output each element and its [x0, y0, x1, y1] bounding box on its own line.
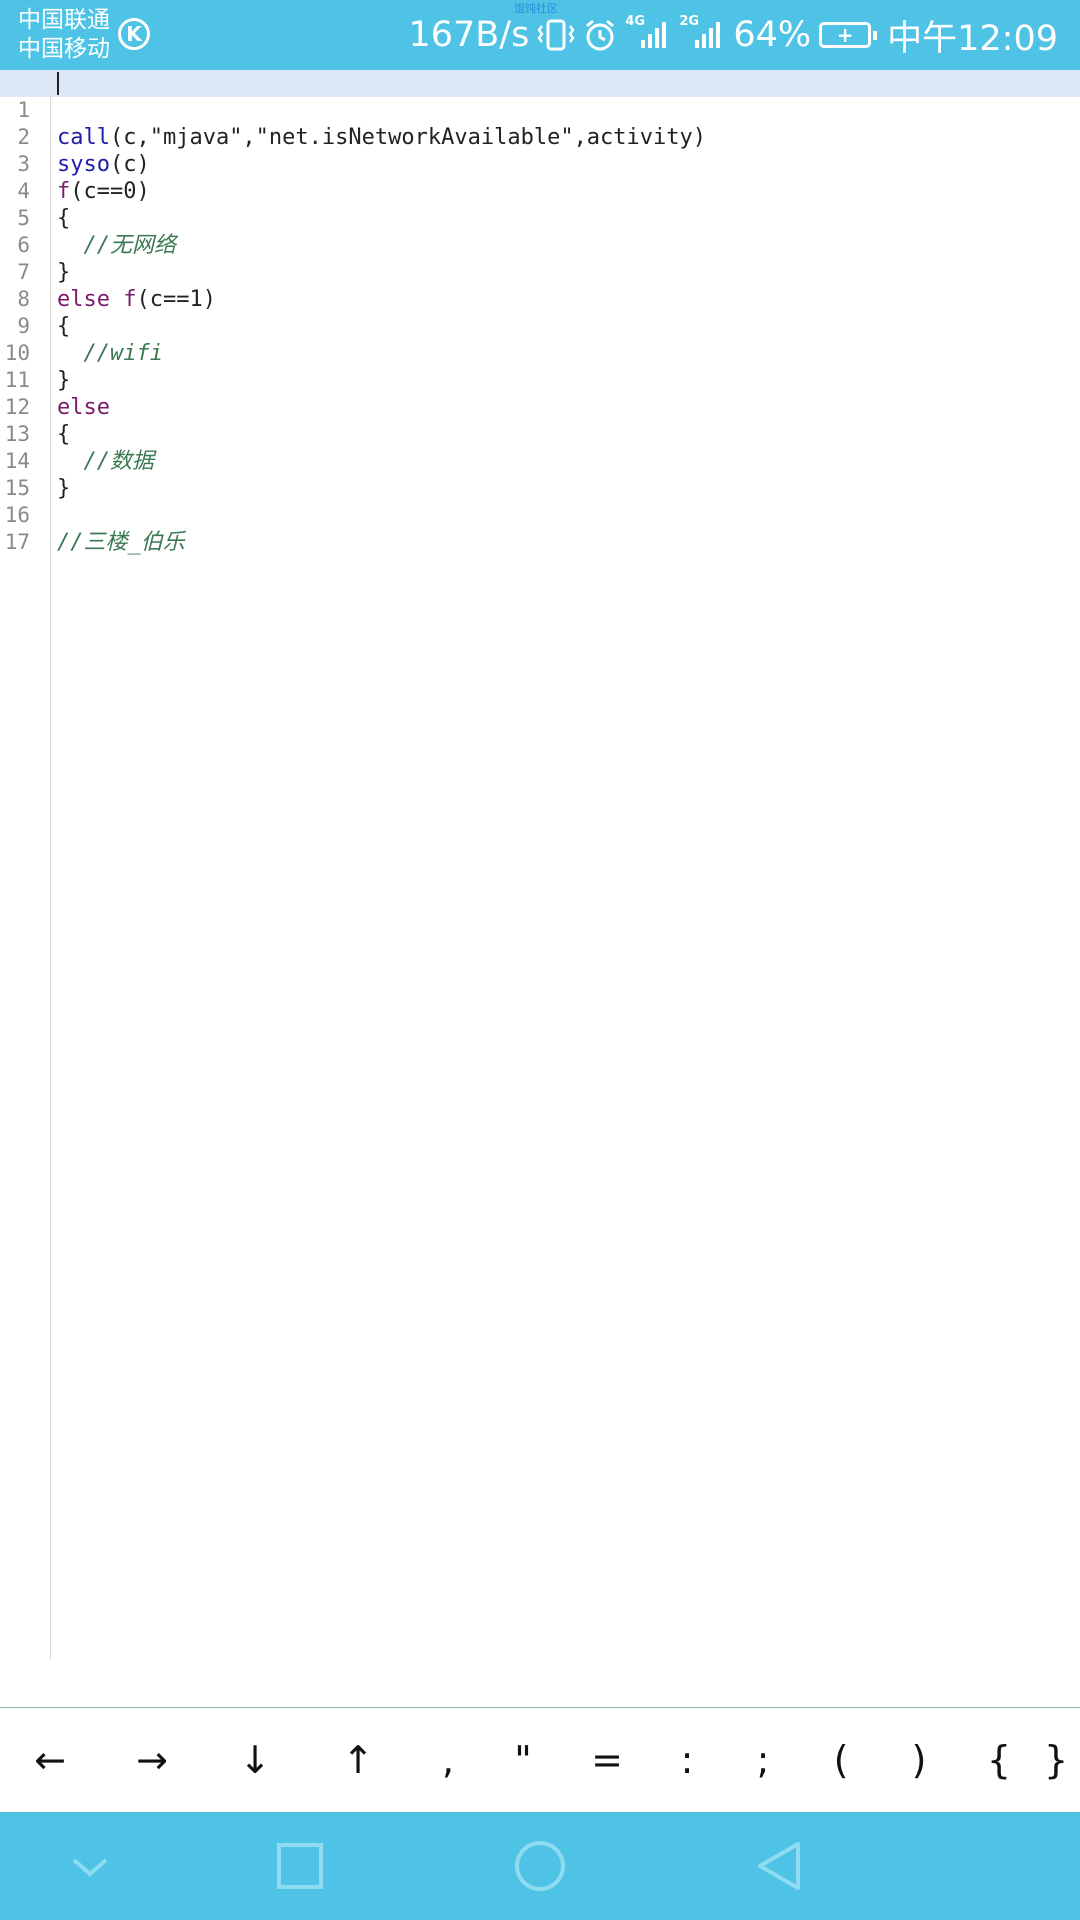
- back-icon[interactable]: [750, 1836, 810, 1896]
- status-bar: 中国联通 中国移动 K 馄饨社区 167B/s 4G 2G 64% + 中午12…: [0, 0, 1080, 70]
- battery-percent: 64%: [733, 15, 812, 55]
- status-right-group: 167B/s 4G 2G 64% + 中午12:09: [408, 0, 1058, 70]
- alarm-icon: [583, 18, 617, 52]
- code-line[interactable]: 10 }: [0, 313, 1080, 393]
- symbol-key-left-arrow[interactable]: ←: [20, 1708, 80, 1813]
- code-line[interactable]: 9 //wifi: [0, 286, 1080, 366]
- code-line[interactable]: 12 {: [0, 367, 1080, 447]
- symbol-key-comma[interactable]: ,: [418, 1708, 478, 1813]
- home-icon[interactable]: [510, 1836, 570, 1896]
- carrier-2: 中国移动: [18, 36, 110, 62]
- carrier-1: 中国联通: [18, 7, 110, 33]
- code-line[interactable]: 15: [0, 448, 1080, 500]
- signal-2g-icon: 2G: [679, 14, 725, 52]
- signal-4g-label: 4G: [625, 14, 646, 29]
- code-line[interactable]: 3 f(c==0): [0, 124, 1080, 204]
- line-number: 17: [4, 530, 30, 554]
- code-editor[interactable]: 1 call(c,"mjava","net.isNetworkAvailable…: [0, 70, 1080, 1660]
- code-line[interactable]: 13 //数据: [0, 394, 1080, 474]
- net-speed: 167B/s: [408, 15, 530, 55]
- code-line[interactable]: 2 syso(c): [0, 97, 1080, 177]
- symbol-key-quote[interactable]: ": [493, 1708, 553, 1813]
- symbol-key-semicolon[interactable]: ;: [733, 1708, 793, 1813]
- carrier-labels: 中国联通 中国移动: [18, 6, 110, 64]
- code-line[interactable]: 6 }: [0, 205, 1080, 285]
- symbol-key-colon[interactable]: :: [657, 1708, 717, 1813]
- battery-charging-icon: +: [819, 22, 878, 48]
- code-line[interactable]: 17: [0, 502, 1080, 554]
- signal-2g-label: 2G: [679, 14, 700, 29]
- code-line[interactable]: 8 {: [0, 259, 1080, 339]
- status-time: 中午12:09: [887, 18, 1058, 59]
- signal-4g-icon: 4G: [625, 14, 671, 52]
- symbol-key-right-arrow[interactable]: →: [122, 1708, 182, 1813]
- symbol-key-close-brace[interactable]: }: [1044, 1708, 1080, 1813]
- vibrate-icon: [537, 18, 575, 52]
- code-line[interactable]: 7 else f(c==1): [0, 232, 1080, 312]
- code-comment: //三楼_伯乐: [57, 530, 185, 555]
- symbol-key-up-arrow[interactable]: ↑: [328, 1708, 388, 1813]
- code-line[interactable]: 5 //无网络: [0, 178, 1080, 258]
- system-nav-bar: [0, 1812, 1080, 1920]
- code-line[interactable]: 1 call(c,"mjava","net.isNetworkAvailable…: [0, 70, 1080, 150]
- symbol-key-close-paren[interactable]: ): [889, 1708, 949, 1813]
- symbol-shortcut-bar: ← → ↓ ↑ , " = : ; ( ) { }: [0, 1707, 1080, 1813]
- symbol-key-down-arrow[interactable]: ↓: [225, 1708, 285, 1813]
- recents-icon[interactable]: [270, 1836, 330, 1896]
- symbol-key-equals[interactable]: =: [577, 1708, 637, 1813]
- symbol-key-open-brace[interactable]: {: [969, 1708, 1029, 1813]
- code-line[interactable]: 14 }: [0, 421, 1080, 501]
- code-line[interactable]: 16 //三楼_伯乐: [0, 475, 1080, 555]
- text-cursor: [57, 72, 59, 95]
- hide-keyboard-icon[interactable]: [60, 1836, 120, 1896]
- code-line[interactable]: 11 else: [0, 340, 1080, 420]
- symbol-key-open-paren[interactable]: (: [811, 1708, 871, 1813]
- app-k-icon: K: [118, 18, 150, 50]
- code-line[interactable]: 4 {: [0, 151, 1080, 231]
